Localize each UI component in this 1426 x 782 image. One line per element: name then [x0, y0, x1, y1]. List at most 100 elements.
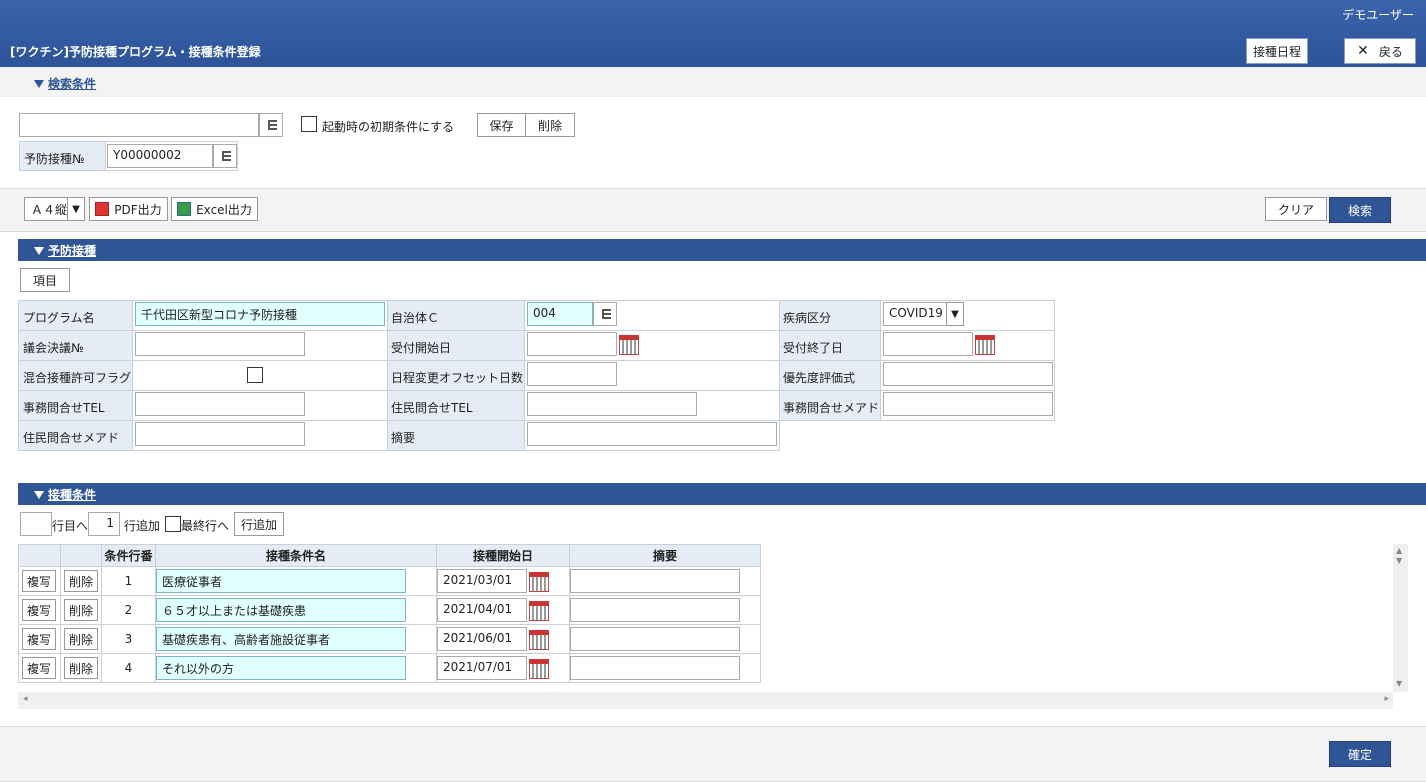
search-button[interactable]: 検索 [1329, 197, 1391, 223]
excel-export-button[interactable]: Excel出力 [171, 197, 258, 221]
recv-start-input[interactable] [527, 332, 617, 356]
user-name[interactable]: デモユーザー [1342, 6, 1414, 23]
collapse-triangle-icon [34, 246, 44, 255]
muni-code-input[interactable]: 004 [527, 302, 593, 326]
row-no-cell: 4 [101, 653, 156, 683]
resident-tel-label-cell: 住民問合せTEL [387, 390, 525, 421]
goto-row-input[interactable] [20, 512, 52, 536]
delete-cell: 削除 [60, 595, 102, 625]
save-button[interactable]: 保存 [477, 113, 526, 137]
disease-dropdown[interactable]: ▼ [946, 302, 964, 326]
item-button[interactable]: 項目 [20, 268, 70, 292]
condition-name-input[interactable]: それ以外の方 [156, 656, 406, 680]
vaccination-no-list-button[interactable] [213, 144, 237, 168]
paper-size-select[interactable]: Ａ４縦 [24, 197, 68, 221]
resident-tel-input[interactable] [527, 392, 697, 416]
delete-row-button[interactable]: 削除 [64, 570, 98, 592]
summary-input[interactable] [527, 422, 777, 446]
scroll-bottom-icon[interactable]: ▼ [1396, 679, 1402, 688]
list-icon [265, 120, 277, 130]
start-date-input[interactable]: 2021/04/01 [437, 598, 527, 622]
condition-list-button[interactable] [259, 113, 283, 137]
schedule-button[interactable]: 接種日程 [1246, 38, 1308, 64]
muni-list-button[interactable] [593, 302, 617, 326]
condition-name-input[interactable]: 医療従事者 [156, 569, 406, 593]
copy-cell: 複写 [18, 653, 61, 683]
recv-end-input[interactable] [883, 332, 973, 356]
calendar-icon[interactable] [529, 659, 549, 679]
offset-days-input[interactable] [527, 362, 617, 386]
horizontal-scrollbar[interactable]: ◂ ▸ [18, 692, 1393, 709]
table-row: 複写 削除 2 ６５才以上または基礎疾患 2021/04/01 [18, 595, 761, 625]
recv-start-label-cell: 受付開始日 [387, 330, 525, 361]
delete-condition-button[interactable]: 削除 [525, 113, 575, 137]
calendar-icon[interactable] [529, 572, 549, 592]
delete-row-button[interactable]: 削除 [64, 599, 98, 621]
muni-label: 自治体Ｃ [391, 311, 440, 325]
add-row-button[interactable]: 行追加 [234, 512, 284, 536]
start-date-input[interactable]: 2021/07/01 [437, 656, 527, 680]
calendar-icon[interactable] [529, 601, 549, 621]
row-summary-input[interactable] [570, 656, 740, 680]
clear-button[interactable]: クリア [1265, 197, 1327, 221]
paper-size-dropdown[interactable]: ▼ [67, 197, 85, 221]
calendar-icon[interactable] [529, 630, 549, 650]
copy-row-button[interactable]: 複写 [22, 599, 56, 621]
delete-cell: 削除 [60, 566, 102, 596]
recv-start-label: 受付開始日 [391, 341, 452, 355]
condition-name-input[interactable]: ６５才以上または基礎疾患 [156, 598, 406, 622]
copy-row-button[interactable]: 複写 [22, 657, 56, 679]
mixed-label-cell: 混合接種許可フラグ [18, 360, 133, 391]
start-date-input[interactable]: 2021/03/01 [437, 569, 527, 593]
copy-row-button[interactable]: 複写 [22, 628, 56, 650]
scroll-up-icon[interactable]: ▲ [1396, 546, 1402, 555]
row-summary-input[interactable] [570, 569, 740, 593]
table-row: 複写 削除 4 それ以外の方 2021/07/01 [18, 653, 761, 683]
last-row-checkbox[interactable] [165, 516, 181, 532]
calendar-icon[interactable] [975, 335, 995, 355]
footer [0, 726, 1426, 782]
priority-formula-input[interactable] [883, 362, 1053, 386]
office-tel-input[interactable] [135, 392, 305, 416]
search-section-toggle[interactable]: 検索条件 [18, 75, 96, 97]
condition-name-input[interactable]: 基礎疾患有、高齢者施設従事者 [156, 627, 406, 651]
resident-mail-label: 住民問合せメアド [23, 431, 120, 445]
summary-cell [569, 624, 761, 654]
mixed-flag-checkbox[interactable] [247, 367, 263, 383]
scroll-down-icon[interactable]: ▼ [1396, 556, 1402, 565]
row-summary-input[interactable] [570, 598, 740, 622]
row-summary-input[interactable] [570, 627, 740, 651]
vertical-scrollbar[interactable]: ▲ ▼ ▼ [1393, 544, 1408, 692]
vaccination-section-title: 予防接種 [48, 244, 97, 258]
delete-row-button[interactable]: 削除 [64, 628, 98, 650]
saved-condition-select[interactable] [19, 113, 259, 137]
start-date-input[interactable]: 2021/06/01 [437, 627, 527, 651]
office-mail-input[interactable] [883, 392, 1053, 416]
confirm-button[interactable]: 確定 [1329, 741, 1391, 767]
disease-label: 疾病区分 [783, 311, 832, 325]
name-cell: 医療従事者 [155, 566, 437, 596]
back-button[interactable]: ✕ 戻る [1344, 38, 1416, 64]
close-icon: ✕ [1357, 43, 1369, 59]
delete-row-button[interactable]: 削除 [64, 657, 98, 679]
summary-label: 摘要 [391, 431, 416, 445]
chevron-down-icon: ▼ [72, 203, 80, 215]
vaccination-section-toggle[interactable]: 予防接種 [18, 242, 96, 264]
conditions-table: 条件行番 接種条件名 接種開始日 摘要 複写 削除 1 医療従事者 2021/03/01… [18, 544, 761, 683]
resident-mail-input[interactable] [135, 422, 305, 446]
col-copy-header [18, 544, 61, 567]
goto-row-label: 行目へ [52, 519, 89, 533]
calendar-icon[interactable] [619, 335, 639, 355]
vaccination-no-input[interactable]: Y00000002 [107, 144, 213, 168]
conditions-section-toggle[interactable]: 接種条件 [18, 486, 96, 508]
scroll-left-icon[interactable]: ◂ [23, 694, 28, 704]
program-name-input[interactable]: 千代田区新型コロナ予防接種 [135, 302, 385, 326]
disease-select[interactable]: COVID19 [883, 302, 947, 326]
initial-condition-checkbox[interactable] [301, 116, 317, 132]
pdf-export-button[interactable]: PDF出力 [89, 197, 168, 221]
resolution-no-input[interactable] [135, 332, 305, 356]
add-count-input[interactable]: 1 [88, 512, 120, 536]
resolution-label: 議会決議№ [23, 341, 84, 355]
scroll-right-icon[interactable]: ▸ [1384, 694, 1389, 704]
copy-row-button[interactable]: 複写 [22, 570, 56, 592]
